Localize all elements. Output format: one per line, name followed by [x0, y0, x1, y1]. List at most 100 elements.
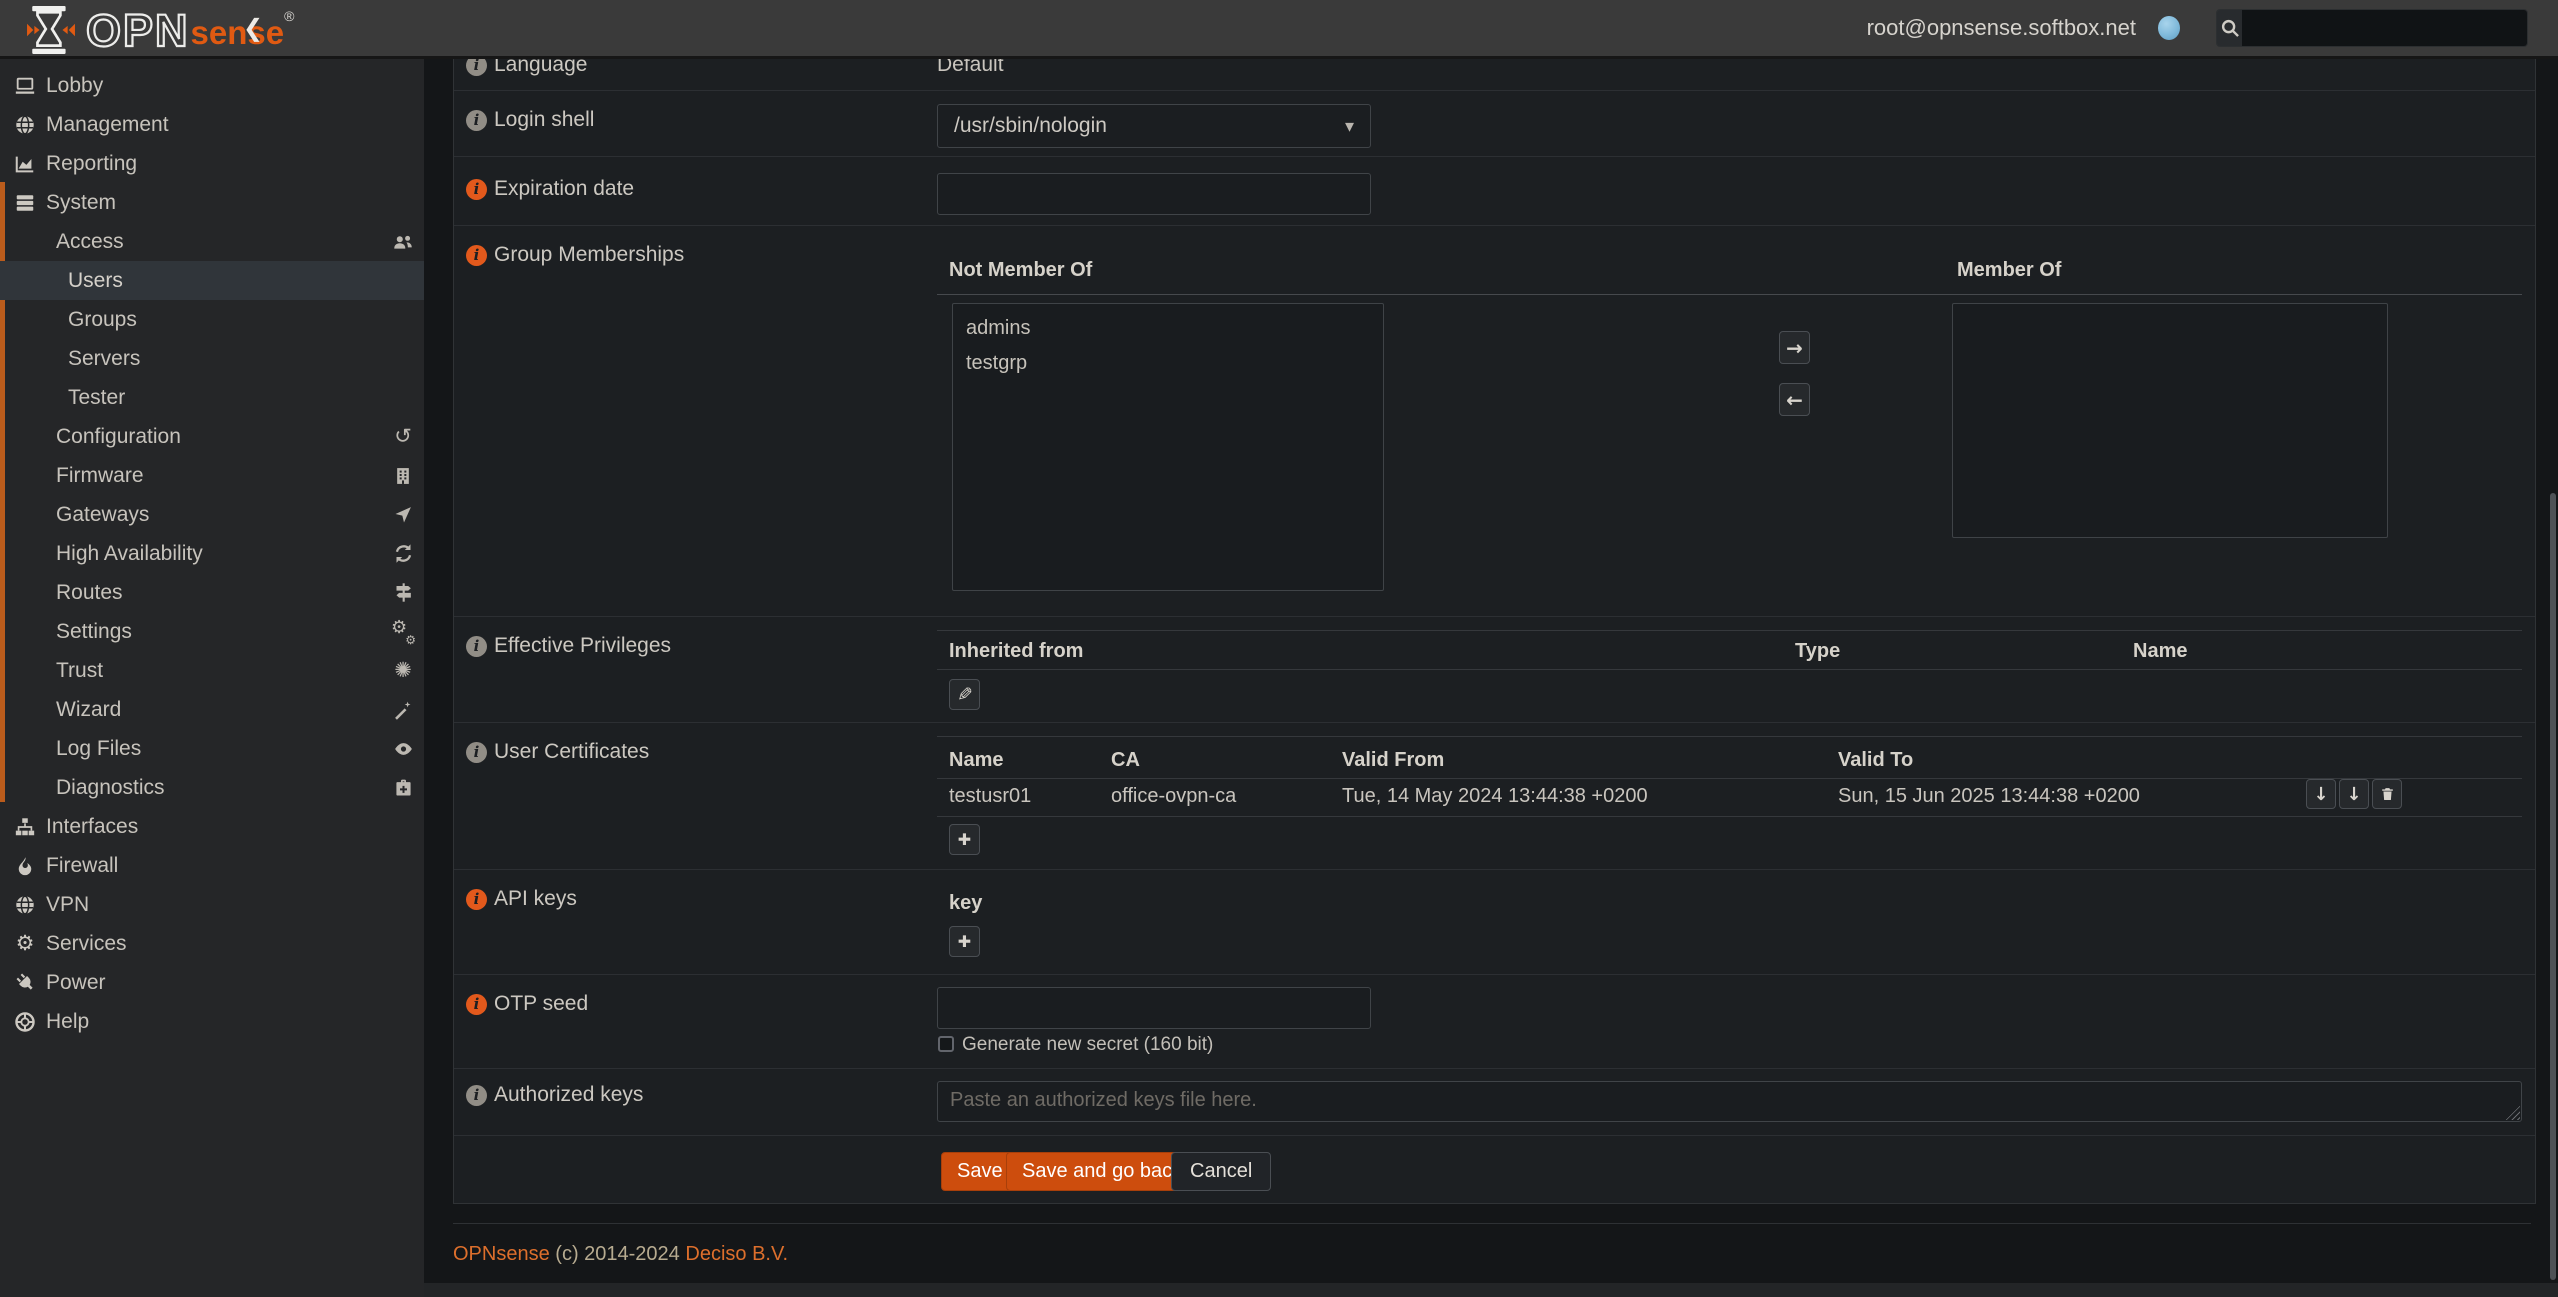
list-item[interactable]: admins [953, 311, 1383, 346]
sidebar-item-gateways[interactable]: Gateways [0, 495, 424, 534]
sidebar-item-services[interactable]: ⚙ Services [0, 924, 424, 963]
info-icon[interactable]: i [466, 742, 487, 763]
generate-secret-checkbox[interactable] [938, 1036, 954, 1052]
edit-privileges-button[interactable]: ✎ [949, 679, 980, 710]
desktop-icon [12, 75, 38, 97]
sidebar-item-diagnostics[interactable]: Diagnostics [0, 768, 424, 807]
sidebar-label: VPN [46, 893, 89, 917]
add-certificate-button[interactable]: ✚ [949, 824, 980, 855]
vertical-scrollbar-thumb[interactable] [2550, 493, 2556, 1280]
sidebar-label: Gateways [56, 503, 149, 527]
sidebar-label: Trust [56, 659, 103, 683]
sidebar-item-settings[interactable]: Settings ⚙⚙ [0, 612, 424, 651]
info-icon[interactable]: i [466, 1085, 487, 1106]
copyright-text: (c) 2014-2024 [555, 1243, 680, 1265]
info-icon[interactable]: i [466, 636, 487, 657]
sidebar-item-wizard[interactable]: Wizard [0, 690, 424, 729]
cert-name: testusr01 [949, 785, 1031, 808]
arrow-left-icon: ← [1786, 388, 1803, 412]
deciso-link[interactable]: Deciso B.V. [685, 1243, 788, 1265]
search-icon [2217, 10, 2242, 46]
sidebar-item-groups[interactable]: Groups [0, 300, 424, 339]
info-icon[interactable]: i [466, 110, 487, 131]
firmware-icon [391, 465, 415, 487]
sidebar-label: Power [46, 971, 106, 995]
sidebar-item-routes[interactable]: Routes [0, 573, 424, 612]
opnsense-link[interactable]: OPNsense [453, 1243, 550, 1265]
divider [937, 816, 2522, 817]
horizontal-scrollbar-gutter[interactable] [424, 1283, 2558, 1297]
gears-icon: ⚙⚙ [391, 621, 415, 643]
info-icon[interactable]: i [466, 245, 487, 266]
sidebar-label: Firewall [46, 854, 118, 878]
row-otp-seed: iOTP seed Generate new secret (160 bit) [454, 975, 2535, 1069]
sidebar-item-interfaces[interactable]: Interfaces [0, 807, 424, 846]
sidebar-item-management[interactable]: Management [0, 105, 424, 144]
col-valid-to: Valid To [1838, 749, 1913, 772]
pencil-icon: ✎ [957, 684, 973, 706]
refresh-icon [391, 543, 415, 565]
gear-icon: ⚙ [12, 933, 38, 955]
expiration-date-input[interactable] [937, 173, 1371, 215]
global-search [2216, 9, 2528, 47]
area-chart-icon [12, 153, 38, 175]
cert-valid-to: Sun, 15 Jun 2025 13:44:38 +0200 [1838, 785, 2140, 808]
cancel-button[interactable]: Cancel [1171, 1152, 1271, 1191]
sidebar-item-system[interactable]: System [0, 183, 424, 222]
row-language: iLanguage Default [454, 59, 2535, 91]
top-bar: OPNsense® ❮ root@opnsense.softbox.net [0, 0, 2558, 59]
sidebar-label: Firmware [56, 464, 144, 488]
sidebar-item-access[interactable]: Access [0, 222, 424, 261]
download-key-button[interactable]: ↓ [2339, 779, 2369, 809]
add-api-key-button[interactable]: ✚ [949, 926, 980, 957]
info-icon[interactable]: i [466, 994, 487, 1015]
member-of-listbox[interactable] [1952, 303, 2388, 538]
sidebar-item-servers[interactable]: Servers [0, 339, 424, 378]
sidebar-item-firmware[interactable]: Firmware [0, 456, 424, 495]
sidebar-collapse-icon[interactable]: ❮ [243, 14, 263, 42]
sidebar-item-firewall[interactable]: Firewall [0, 846, 424, 885]
sidebar-item-users[interactable]: Users [0, 261, 424, 300]
history-icon: ↺ [391, 426, 415, 448]
language-value: Default [937, 59, 1004, 77]
sidebar-item-reporting[interactable]: Reporting [0, 144, 424, 183]
not-member-of-listbox[interactable]: admins testgrp [952, 303, 1384, 591]
col-ca: CA [1111, 749, 1140, 772]
sidebar-item-trust[interactable]: Trust ✺ [0, 651, 424, 690]
col-name: Name [949, 749, 1003, 772]
sidebar-item-vpn[interactable]: VPN [0, 885, 424, 924]
main-content: iLanguage Default iLogin shell /usr/sbin… [424, 59, 2558, 1297]
row-group-memberships: iGroup Memberships Not Member Of Member … [454, 226, 2535, 617]
sidebar-item-high-availability[interactable]: High Availability [0, 534, 424, 573]
sidebar-item-lobby[interactable]: Lobby [0, 66, 424, 105]
field-label: API keys [494, 887, 577, 911]
login-shell-selected: /usr/sbin/nologin [954, 114, 1107, 138]
cert-ca: office-ovpn-ca [1111, 785, 1236, 808]
remove-from-group-button[interactable]: ← [1779, 383, 1810, 416]
sidebar-item-tester[interactable]: Tester [0, 378, 424, 417]
sidebar-item-configuration[interactable]: Configuration ↺ [0, 417, 424, 456]
info-icon[interactable]: i [466, 59, 487, 76]
search-input[interactable] [2242, 10, 2527, 46]
delete-certificate-button[interactable] [2372, 779, 2402, 809]
not-member-of-header: Not Member Of [949, 259, 1092, 282]
field-label: OTP seed [494, 992, 588, 1016]
login-shell-select[interactable]: /usr/sbin/nologin ▾ [937, 104, 1371, 148]
info-icon[interactable]: i [466, 889, 487, 910]
authorized-keys-textarea[interactable] [937, 1081, 2522, 1122]
save-and-go-back-button[interactable]: Save and go back [1006, 1152, 1198, 1191]
sidebar-label: Reporting [46, 152, 137, 176]
sidebar-label: Tester [68, 386, 125, 410]
sidebar-label: Access [56, 230, 124, 254]
plus-icon: ✚ [958, 932, 971, 951]
sidebar-item-help[interactable]: Help [0, 1002, 424, 1041]
info-icon[interactable]: i [466, 179, 487, 200]
download-certificate-button[interactable]: ↓ [2306, 779, 2336, 809]
col-name: Name [2133, 640, 2187, 663]
list-item[interactable]: testgrp [953, 346, 1383, 381]
add-to-group-button[interactable]: → [1779, 331, 1810, 364]
sidebar-item-power[interactable]: Power [0, 963, 424, 1002]
otp-seed-input[interactable] [937, 987, 1371, 1029]
row-user-certificates: iUser Certificates Name CA Valid From Va… [454, 723, 2535, 870]
sidebar-item-log-files[interactable]: Log Files [0, 729, 424, 768]
